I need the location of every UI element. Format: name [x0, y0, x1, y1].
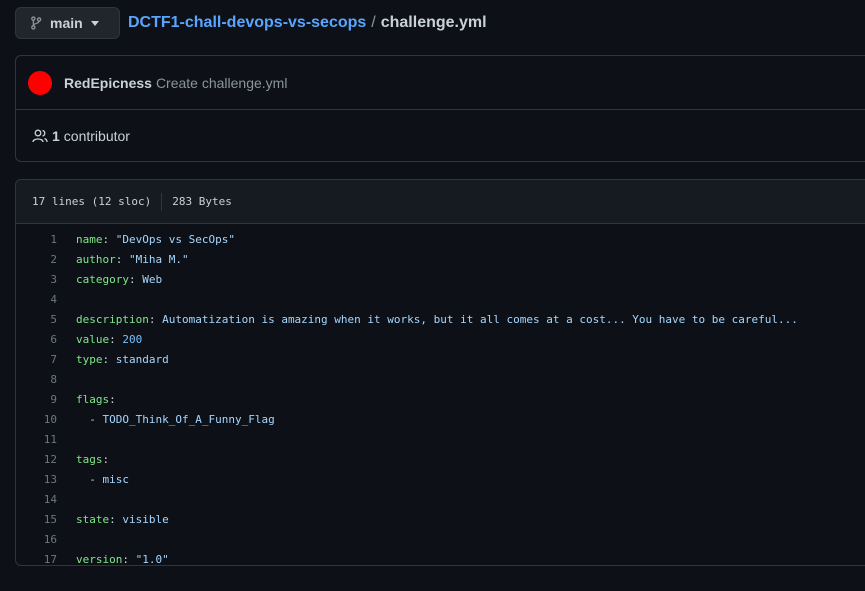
branch-label: main: [50, 15, 83, 31]
line-number[interactable]: 1: [16, 233, 76, 246]
code-line: 4: [16, 289, 865, 309]
file-viewer: 17 lines (12 sloc) 283 Bytes 1 name: "Dev…: [15, 179, 865, 566]
line-number[interactable]: 17: [16, 553, 76, 566]
yaml-separator: :: [102, 232, 116, 246]
line-number[interactable]: 16: [16, 533, 76, 546]
yaml-separator: :: [148, 312, 163, 326]
code-line: 15 state: visible: [16, 509, 865, 529]
file-info-divider: [161, 192, 163, 211]
line-number[interactable]: 7: [16, 353, 76, 366]
breadcrumb: DCTF1-chall-devops-vs-secops / challenge…: [128, 14, 487, 32]
line-number[interactable]: 3: [16, 273, 76, 286]
line-number[interactable]: 11: [16, 433, 76, 446]
line-number[interactable]: 10: [16, 413, 76, 426]
code-line: 11: [16, 429, 865, 449]
yaml-key: name: [76, 232, 103, 246]
code-line: 16: [16, 529, 865, 549]
breadcrumb-file-name: challenge.yml: [380, 14, 487, 31]
yaml-key: version: [76, 552, 123, 566]
yaml-key: tags: [76, 452, 103, 466]
line-number[interactable]: 8: [16, 373, 76, 386]
git-branch-icon: [30, 16, 42, 30]
yaml-value: Automatization is amazing when it works,…: [162, 312, 798, 326]
file-info-header: 17 lines (12 sloc) 283 Bytes: [16, 180, 865, 224]
line-number[interactable]: 12: [16, 453, 76, 466]
code-line: 17 version: "1.0": [16, 549, 865, 566]
yaml-separator: -: [76, 472, 103, 486]
yaml-value: visible: [122, 512, 169, 526]
yaml-value: "1.0": [135, 552, 169, 566]
yaml-separator: -: [76, 412, 103, 426]
contributors-row[interactable]: 1 contributor: [16, 110, 865, 162]
yaml-key: description: [76, 312, 149, 326]
yaml-key: type: [76, 352, 103, 366]
code-line: 12 tags:: [16, 449, 865, 469]
chevron-down-icon: [90, 20, 99, 26]
commit-author-link[interactable]: RedEpicness: [64, 75, 152, 91]
contributor-label: contributor: [63, 128, 130, 144]
file-size: 283 Bytes: [172, 195, 232, 208]
yaml-value: 200: [122, 332, 143, 346]
yaml-separator: :: [109, 332, 123, 346]
yaml-separator: :: [128, 272, 143, 286]
yaml-key: flags: [76, 392, 110, 406]
yaml-value: "DevOps vs SecOps": [115, 232, 235, 246]
yaml-value: misc: [102, 472, 130, 486]
yaml-separator: :: [102, 352, 116, 366]
line-number[interactable]: 9: [16, 393, 76, 406]
yaml-separator: :: [122, 552, 136, 566]
yaml-key: category: [76, 272, 129, 286]
yaml-value: Web: [142, 272, 163, 286]
breadcrumb-repo-link[interactable]: DCTF1-chall-devops-vs-secops: [128, 14, 366, 32]
line-number[interactable]: 5: [16, 313, 76, 326]
commit-info-box: RedEpicness Create challenge.yml 1 contr…: [15, 55, 865, 162]
code-line: 10 - TODO_Think_Of_A_Funny_Flag: [16, 409, 865, 429]
file-navigation: main DCTF1-chall-devops-vs-secops / chal…: [15, 7, 487, 39]
code-line: 8: [16, 369, 865, 389]
yaml-value: TODO_Think_Of_A_Funny_Flag: [102, 412, 275, 426]
code-line: 5 description: Automatization is amazing …: [16, 309, 865, 329]
line-number[interactable]: 14: [16, 493, 76, 506]
commit-message-link[interactable]: Create challenge.yml: [156, 75, 288, 91]
line-number[interactable]: 13: [16, 473, 76, 486]
file-line-count: 17 lines (12 sloc): [32, 195, 152, 208]
code-line: 7 type: standard: [16, 349, 865, 369]
latest-commit-row: RedEpicness Create challenge.yml: [16, 56, 865, 110]
yaml-key: value: [76, 332, 110, 346]
breadcrumb-separator: /: [371, 14, 376, 31]
branch-select-button[interactable]: main: [15, 7, 120, 39]
contributor-count: 1: [52, 128, 60, 144]
code-line: 1 name: "DevOps vs SecOps": [16, 229, 865, 249]
yaml-separator: :: [115, 252, 129, 266]
code-line: 9 flags:: [16, 389, 865, 409]
line-number[interactable]: 4: [16, 293, 76, 306]
yaml-separator: :: [109, 512, 123, 526]
line-number[interactable]: 6: [16, 333, 76, 346]
line-number[interactable]: 15: [16, 513, 76, 526]
code-line: 14: [16, 489, 865, 509]
yaml-value: standard: [115, 352, 169, 366]
yaml-value: "Miha M.": [129, 252, 189, 266]
avatar[interactable]: [28, 70, 52, 95]
code-line: 6 value: 200: [16, 329, 865, 349]
yaml-separator: :: [102, 452, 110, 466]
line-number[interactable]: 2: [16, 253, 76, 266]
code-line: 2 author: "Miha M.": [16, 249, 865, 269]
code-line: 13 - misc: [16, 469, 865, 489]
people-icon: [32, 129, 48, 143]
yaml-key: state: [76, 512, 110, 526]
code-line: 3 category: Web: [16, 269, 865, 289]
code-view: 1 name: "DevOps vs SecOps" 2 author: "Miha …: [16, 224, 865, 566]
yaml-separator: :: [109, 392, 116, 406]
yaml-key: author: [76, 252, 116, 266]
